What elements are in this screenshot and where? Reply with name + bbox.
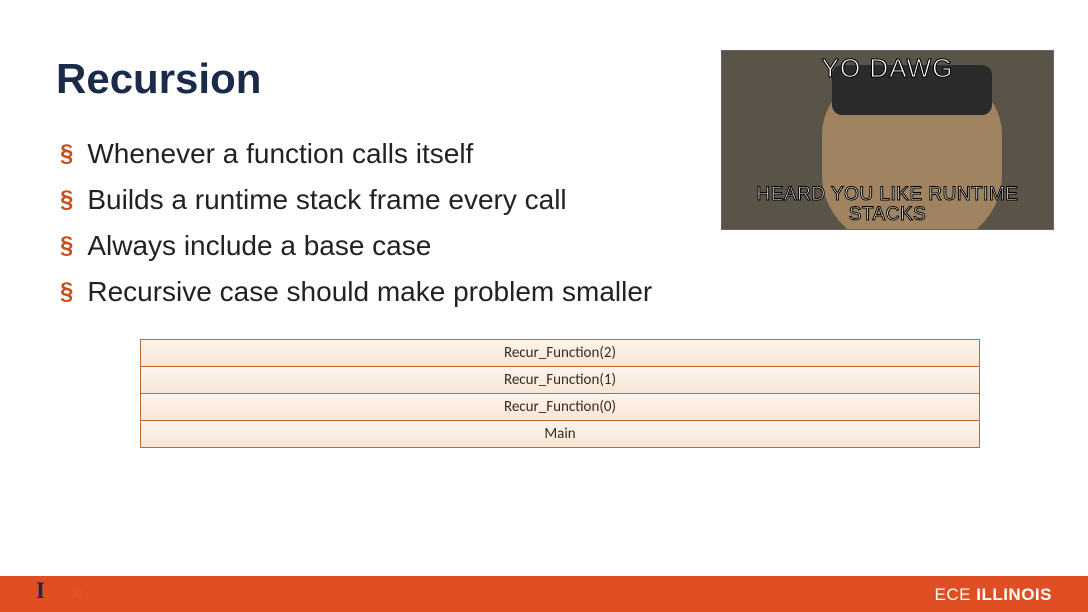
page-number: 22 bbox=[72, 589, 83, 600]
bullet-list: § Whenever a function calls itself § Bui… bbox=[60, 135, 652, 319]
bullet-text: Always include a base case bbox=[87, 227, 431, 265]
stack-frame: Recur_Function(1) bbox=[140, 366, 980, 394]
stack-frame: Recur_Function(2) bbox=[140, 339, 980, 367]
footer-illinois-text: ILLINOIS bbox=[976, 585, 1052, 604]
footer-bar: ECE ILLINOIS bbox=[0, 576, 1088, 612]
bullet-text: Recursive case should make problem small… bbox=[87, 273, 652, 311]
footer-branding: ECE ILLINOIS bbox=[935, 585, 1052, 605]
stack-diagram: Recur_Function(2) Recur_Function(1) Recu… bbox=[140, 340, 980, 448]
bullet-marker-icon: § bbox=[60, 135, 73, 173]
slide-title: Recursion bbox=[56, 55, 261, 103]
stack-frame: Main bbox=[140, 420, 980, 448]
footer-ece-text: ECE bbox=[935, 585, 977, 604]
footer-logo-icon: I bbox=[36, 578, 45, 604]
bullet-text: Whenever a function calls itself bbox=[87, 135, 473, 173]
bullet-item: § Recursive case should make problem sma… bbox=[60, 273, 652, 311]
stack-frame: Recur_Function(0) bbox=[140, 393, 980, 421]
bullet-item: § Builds a runtime stack frame every cal… bbox=[60, 181, 652, 219]
bullet-marker-icon: § bbox=[60, 273, 73, 311]
meme-bottom-text: HEARD YOU LIKE RUNTIME STACKS bbox=[722, 185, 1053, 225]
bullet-marker-icon: § bbox=[60, 227, 73, 265]
meme-image: YO DAWG HEARD YOU LIKE RUNTIME STACKS bbox=[721, 50, 1054, 230]
bullet-item: § Always include a base case bbox=[60, 227, 652, 265]
bullet-item: § Whenever a function calls itself bbox=[60, 135, 652, 173]
meme-top-text: YO DAWG bbox=[722, 53, 1053, 84]
bullet-text: Builds a runtime stack frame every call bbox=[87, 181, 566, 219]
bullet-marker-icon: § bbox=[60, 181, 73, 219]
